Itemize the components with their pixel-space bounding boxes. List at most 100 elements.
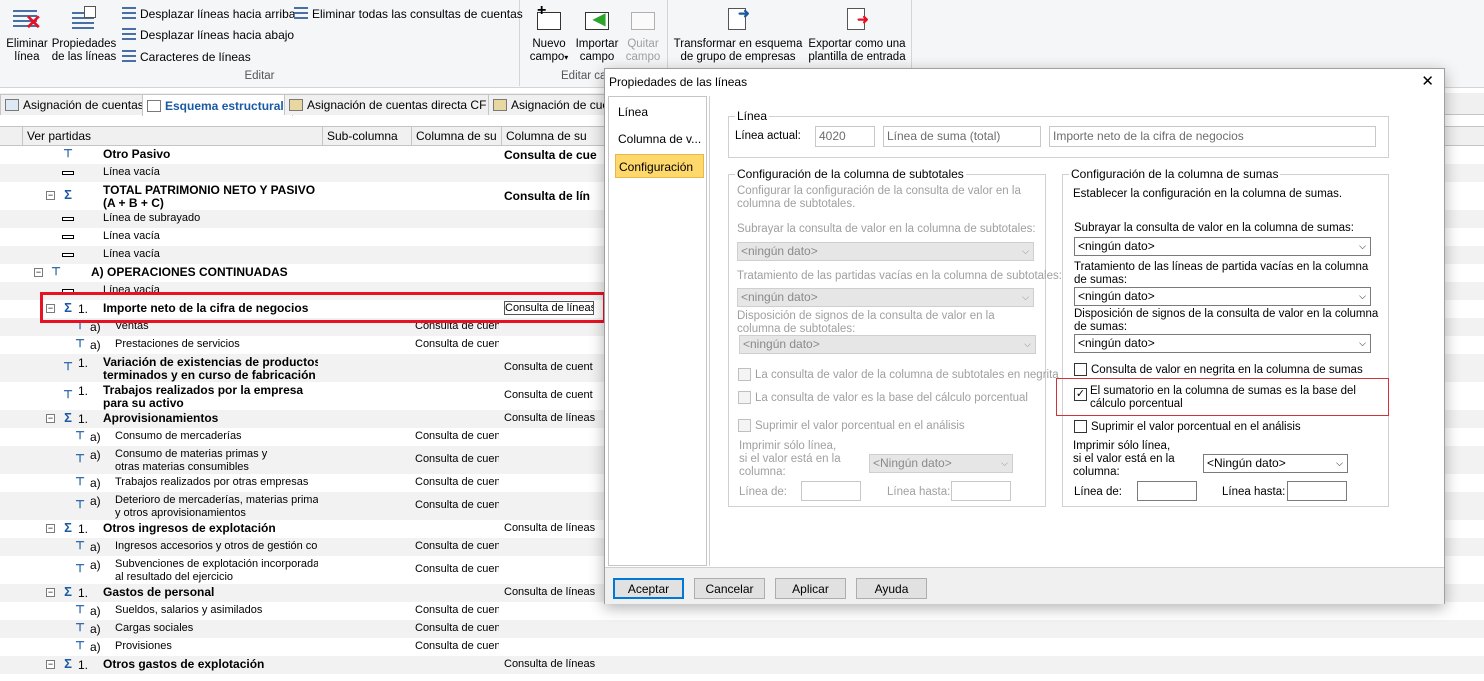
move-lines-up-button[interactable]: Desplazar líneas hacia arriba	[122, 4, 295, 24]
sum-column-cell[interactable]: Consulta de líneas	[504, 658, 602, 670]
transform-icon: ➜	[722, 4, 754, 34]
column-header-sum[interactable]: Columna de su	[501, 127, 604, 146]
import-field-button[interactable]: ◀ Importar campo	[573, 4, 621, 64]
sum-column-cell[interactable]: Consulta de cue	[504, 148, 602, 162]
chevron-down-icon: ⌵	[1359, 291, 1366, 301]
sum-icon: Σ	[64, 656, 72, 671]
subtotals-sign-select[interactable]: <ningún dato> ⌵	[739, 335, 1036, 354]
subtotals-suppress-checkbox[interactable]	[738, 419, 751, 432]
sum-column-cell[interactable]: Consulta de líneas	[504, 412, 602, 424]
subtotals-empty-select[interactable]: <ningún dato> ⌵	[737, 288, 1034, 307]
sums-underline-select[interactable]: <ningún dato> ⌵	[1074, 237, 1371, 256]
line-type-field[interactable]: Línea de suma (total)	[883, 126, 1041, 147]
column-header-items[interactable]: Ver partidas	[22, 127, 322, 146]
item-number: a)	[90, 604, 101, 618]
table-row[interactable]: ⊤ a) Provisiones Consulta de cuent	[0, 638, 1484, 656]
subtotal-column-cell[interactable]: Consulta de cuent	[415, 604, 499, 616]
tab-icon	[289, 99, 303, 111]
column-header-subtotal[interactable]: Columna de su	[411, 127, 501, 146]
close-icon[interactable]: ✕	[1421, 73, 1434, 91]
tab-account-assignment-2[interactable]: Asignación de cue	[488, 94, 619, 115]
delete-all-queries-button[interactable]: Eliminar todas las consultas de cuentas	[294, 4, 523, 24]
subtotal-column-cell[interactable]: Consulta de cuent	[415, 540, 499, 552]
item-number: 1.	[78, 658, 89, 672]
subtotal-column-cell[interactable]: Consulta de cuent	[415, 453, 499, 465]
item-tree-icon: ⊤	[75, 540, 85, 552]
sums-print-only-select[interactable]: <Ningún dato> ⌵	[1203, 454, 1348, 473]
subtotals-base-checkbox[interactable]	[738, 391, 751, 404]
subtotals-description: Configurar la configuración de la consul…	[737, 185, 1021, 210]
collapse-icon[interactable]: −	[46, 660, 55, 669]
table-row[interactable]: ⊤ a) Cargas sociales Consulta de cuent	[0, 620, 1484, 638]
sum-column-cell[interactable]: Consulta de cuent	[504, 361, 602, 373]
collapse-icon[interactable]: −	[46, 191, 55, 200]
item-label: Otro Pasivo	[103, 148, 171, 161]
line-characters-button[interactable]: Caracteres de líneas	[122, 47, 251, 67]
sum-column-cell[interactable]: Consulta de lín	[504, 189, 602, 203]
subtotal-column-cell[interactable]: Consulta de cuent	[415, 622, 499, 634]
item-number: a)	[90, 494, 101, 508]
item-label: Línea vacía	[103, 248, 160, 260]
line-legend: Línea	[735, 109, 770, 123]
sums-bold-checkbox[interactable]	[1074, 363, 1087, 376]
tab-icon	[493, 99, 507, 111]
nav-item-line[interactable]: Línea	[615, 100, 704, 124]
item-number: a)	[90, 640, 101, 654]
subtotals-bold-checkbox[interactable]	[738, 368, 751, 381]
cancel-button[interactable]: Cancelar	[694, 578, 765, 599]
subtotals-print-only-select[interactable]: <Ningún dato> ⌵	[869, 454, 1013, 473]
sums-empty-select[interactable]: <ningún dato> ⌵	[1074, 287, 1371, 306]
current-line-label: Línea actual:	[735, 130, 801, 142]
apply-button[interactable]: Aplicar	[775, 578, 846, 599]
subtotal-column-cell[interactable]: Consulta de cuent	[415, 430, 499, 442]
collapse-icon[interactable]: −	[46, 524, 55, 533]
sum-column-cell[interactable]: Consulta de cuent	[504, 389, 602, 401]
nav-item-value-column[interactable]: Columna de v...	[615, 127, 704, 151]
subtotal-column-cell[interactable]: Consulta de cuent	[415, 640, 499, 652]
nav-item-configuration[interactable]: Configuración	[615, 154, 704, 178]
sums-description: Establecer la configuración en la column…	[1073, 188, 1343, 200]
sums-from-field[interactable]	[1137, 481, 1197, 501]
sums-sign-select[interactable]: <ningún dato> ⌵	[1074, 334, 1371, 353]
collapse-icon[interactable]: −	[34, 268, 43, 277]
item-tree-icon: ⊤	[75, 604, 85, 616]
new-field-button[interactable]: + Nuevo campo▾	[527, 3, 571, 64]
column-header-subcolumn[interactable]: Sub-columna	[322, 127, 411, 146]
sums-to-field[interactable]	[1287, 481, 1347, 501]
delete-line-button[interactable]: ✕ Eliminar línea	[4, 4, 50, 64]
subtotal-column-cell[interactable]: Consulta de cuent	[415, 563, 499, 575]
empty-line-icon	[62, 253, 74, 257]
subtotal-column-cell[interactable]: Consulta de cuent	[415, 476, 499, 488]
line-description-field[interactable]: Importe neto de la cifra de negocios	[1049, 126, 1376, 147]
sums-underline-label: Subrayar la consulta de valor en la colu…	[1074, 222, 1354, 234]
transform-group-schema-button[interactable]: ➜ Transformar en esquema de grupo de emp…	[673, 4, 803, 64]
table-row[interactable]: ⊤ a) Sueldos, salarios y asimilados Consult…	[0, 602, 1484, 620]
sum-column-cell[interactable]: Consulta de líneas	[504, 586, 602, 598]
help-button[interactable]: Ayuda	[856, 578, 927, 599]
export-template-button[interactable]: ➜ Exportar como una plantilla de entrada	[805, 4, 909, 64]
subtotals-to-field[interactable]	[951, 481, 1011, 501]
subtotals-underline-select[interactable]: <ningún dato> ⌵	[737, 242, 1034, 261]
sums-suppress-label: Suprimir el valor porcentual en el análi…	[1091, 421, 1301, 433]
tab-direct-account-assignment-cf[interactable]: Asignación de cuentas directa CF	[284, 94, 496, 115]
ok-button[interactable]: Aceptar	[613, 578, 684, 599]
table-row[interactable]: − Σ 1. Otros gastos de explotación Consulta …	[0, 656, 1484, 674]
remove-field-button[interactable]: Quitar campo	[621, 4, 665, 64]
subtotals-from-field[interactable]	[801, 481, 861, 501]
export-icon: ➜	[841, 4, 873, 34]
sum-column-cell[interactable]: Consulta de líneas	[504, 522, 602, 534]
current-line-field[interactable]: 4020	[815, 126, 875, 147]
item-number: a)	[90, 476, 101, 490]
move-lines-down-button[interactable]: Desplazar líneas hacia abajo	[122, 25, 294, 45]
line-properties-button[interactable]: Propiedades de las líneas	[50, 4, 118, 64]
item-label: Provisiones	[115, 640, 172, 652]
subtotal-column-cell[interactable]: Consulta de cuent	[415, 338, 499, 350]
sums-suppress-checkbox[interactable]	[1074, 420, 1087, 433]
collapse-icon[interactable]: −	[46, 588, 55, 597]
sums-base-checkbox[interactable]: ✓	[1074, 388, 1087, 401]
subtotal-column-cell[interactable]: Consulta de cuent	[415, 499, 499, 511]
tab-account-assignment[interactable]: Asignación de cuentas	[0, 94, 153, 115]
tab-structural-schema[interactable]: Esquema estructural	[142, 94, 293, 116]
collapse-icon[interactable]: −	[46, 414, 55, 423]
item-label: Cargas sociales	[115, 622, 194, 634]
